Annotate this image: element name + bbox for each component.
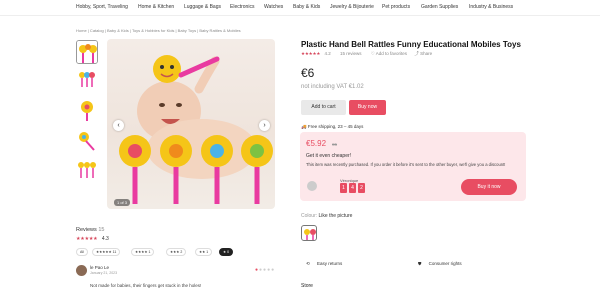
returns-icon: ⟲ [306,261,310,266]
add-to-favorites-link[interactable]: ♡ Add to favorites [371,51,407,56]
nav-item-jewelry[interactable]: Jewelry & Bijouterie [330,4,374,10]
nav-item-electronics[interactable]: Electronics [230,4,254,10]
product-title: Plastic Hand Bell Rattles Funny Educatio… [301,40,521,49]
filter-5-star[interactable]: ★★★★★ 11 [92,248,121,256]
share-link[interactable]: ⤴ Share [414,51,432,56]
filter-4-star[interactable]: ★★★★ 1 [131,248,155,256]
buy-it-now-button[interactable]: Buy it now [461,179,517,195]
colour-swatch[interactable] [301,225,317,241]
rating-stars-icon: ★★★★★ [301,51,321,56]
offer-price: €5.92 [306,139,327,148]
reviews-average-value: 4.3 [101,236,109,242]
offer-text: This item was recently purchased. If you… [306,162,506,167]
carousel-dots[interactable]: ●●●●● [255,267,275,273]
baby-with-rattles-image [119,55,273,204]
consumer-rights: ⛊ Consumer rights [418,261,462,266]
reviews-count: 15 [98,227,105,233]
rattle-thumbnail-image [76,98,98,122]
rattle-thumbnail-image [77,41,97,63]
thumbnail-5[interactable] [76,158,98,182]
review-text: Not made for babies, their fingers get s… [90,283,202,288]
easy-returns: ⟲ Easy returns [306,261,342,267]
rattle-thumbnail-image [76,67,98,91]
nav-item-hobby[interactable]: Hobby, Sport, Traveling [76,4,128,10]
reviews-average: ★★★★★ 4.3 [76,236,109,242]
main-product-image[interactable] [107,39,275,209]
add-to-cart-button[interactable]: Add to cart [301,100,346,115]
filter-1-star[interactable]: ★ 0 [219,248,234,256]
timer-digit: 2 [358,183,365,193]
thumbnail-4[interactable] [76,128,98,152]
filter-2-star[interactable]: ★★ 1 [195,248,213,256]
consumer-rights-label: Consumer rights [428,261,462,266]
rating-value: 4.2 [324,51,331,56]
reviews-stars-icon: ★★★★★ [76,236,98,242]
breadcrumb[interactable]: Home | Catalog | Baby & Kids | Toys & Ho… [76,28,241,33]
easy-returns-label: Easy returns [317,261,343,266]
timer-digit: 1 [340,183,347,193]
reviews-link[interactable]: 15 reviews [340,51,362,56]
thumbnail-1[interactable] [76,40,98,64]
offer-headline: Get it even cheaper! [306,153,352,159]
buyer-avatar [307,181,317,191]
shipping-info: 🚚 Free shipping, 23 – 45 days [301,124,364,129]
review-date: January 21, 2023 [90,271,118,275]
buy-now-button[interactable]: Buy now [349,100,386,115]
colour-value: Like the picture [318,213,353,219]
reviewer-avatar [76,265,87,276]
reviewer-name: le Pao Le [90,265,110,270]
nav-item-home-kitchen[interactable]: Home & Kitchen [138,4,174,10]
nav-item-industry[interactable]: Industry & Business [469,4,513,10]
timer-digit: 4 [349,183,356,193]
thumbnail-3[interactable] [76,98,98,122]
nav-item-garden[interactable]: Garden Supplies [421,4,458,10]
colour-label-text: Colour: [301,213,318,219]
reviews-title: Reviews [76,227,97,233]
image-counter: 1 of 3 [114,199,131,206]
chevron-left-icon[interactable]: ‹ [113,120,124,131]
rattle-thumbnail-image [76,128,98,152]
top-nav: Hobby, Sport, Traveling Home & Kitchen L… [0,0,600,16]
nav-item-luggage[interactable]: Luggage & Bags [184,4,221,10]
shield-icon: ⛊ [418,261,422,266]
thumbnail-2[interactable] [76,67,98,91]
filter-3-star[interactable]: ★★★ 2 [166,248,187,256]
rating-row: ★★★★★ 4.2 15 reviews ♡ Add to favorites … [301,51,432,57]
reviews-heading: Reviews 15 [76,227,104,233]
rattle-swatch-image [304,229,316,240]
vat-note: not including VAT €1.02 [301,84,364,90]
chevron-right-icon[interactable]: › [259,120,270,131]
product-price: €6 [301,66,315,80]
store-heading: Store [301,283,313,289]
rattle-thumbnail-image [76,158,98,182]
filter-all[interactable]: All [76,248,88,256]
offer-old-price: €6 [332,142,338,147]
nav-item-baby-kids[interactable]: Baby & Kids [293,4,320,10]
pager-dots[interactable]: ●●●● [259,267,275,273]
colour-label: Colour: Like the picture [301,213,352,219]
nav-item-watches[interactable]: Watches [264,4,283,10]
nav-item-pet[interactable]: Pet products [382,4,410,10]
